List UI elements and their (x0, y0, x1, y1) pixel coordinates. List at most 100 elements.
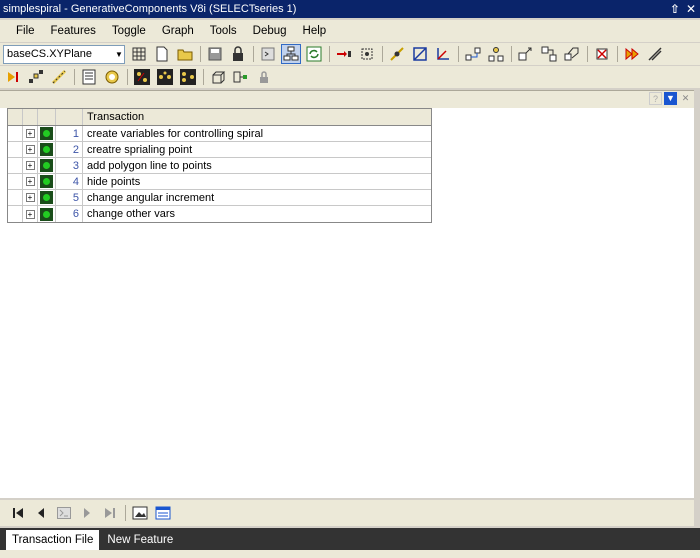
tab-transaction-file[interactable]: Transaction File (6, 530, 100, 550)
menu-graph[interactable]: Graph (154, 23, 202, 39)
row-description[interactable]: change angular increment (83, 190, 431, 205)
expand-icon[interactable]: + (25, 209, 35, 219)
row-selector[interactable] (8, 206, 23, 222)
last-transaction-icon[interactable] (100, 503, 120, 523)
yellow-points-icon[interactable] (132, 67, 152, 87)
axis-icon[interactable] (433, 44, 453, 64)
row-description[interactable]: creatre sprialing point (83, 142, 431, 157)
open-folder-icon[interactable] (175, 44, 195, 64)
status-led-icon[interactable] (40, 143, 53, 156)
status-led-icon[interactable] (40, 127, 53, 140)
save-icon[interactable] (205, 44, 225, 64)
row-selector[interactable] (8, 158, 23, 173)
plane-combo[interactable]: baseCS.XYPlane ▼ (3, 44, 125, 64)
menubar: File Features Toggle Graph Tools Debug H… (0, 20, 700, 42)
image-capture-icon[interactable] (130, 503, 150, 523)
toolbar-separator (203, 69, 204, 85)
table-row[interactable]: + 5 change angular increment (8, 190, 431, 206)
row-description[interactable]: change other vars (83, 206, 431, 222)
network-icon[interactable] (26, 67, 46, 87)
close-icon[interactable]: ✕ (679, 92, 692, 105)
variable-icon[interactable] (231, 67, 251, 87)
status-led-icon[interactable] (40, 159, 53, 172)
move-node-icon[interactable] (516, 44, 536, 64)
panel-controls: ? ▼ ✕ (649, 92, 692, 105)
row-description[interactable]: create variables for controlling spiral (83, 126, 431, 141)
table-row[interactable]: + 1 create variables for controlling spi… (8, 126, 431, 142)
delete-icon[interactable] (592, 44, 612, 64)
row-number: 5 (56, 190, 83, 205)
table-row[interactable]: + 2 creatre sprialing point (8, 142, 431, 158)
lock-icon[interactable] (254, 67, 274, 87)
lock-save-icon[interactable] (228, 44, 248, 64)
toolbar-separator (125, 505, 126, 521)
menu-toggle[interactable]: Toggle (104, 23, 154, 39)
cycle-icon[interactable] (102, 67, 122, 87)
menu-debug[interactable]: Debug (245, 23, 295, 39)
menu-help[interactable]: Help (295, 23, 335, 39)
row-number: 4 (56, 174, 83, 189)
chevron-down-icon[interactable]: ▼ (114, 46, 124, 63)
select-icon[interactable] (357, 44, 377, 64)
status-led-icon[interactable] (40, 207, 53, 221)
table-row[interactable]: + 6 change other vars (8, 206, 431, 222)
line-tool-icon[interactable] (645, 44, 665, 64)
expand-icon[interactable]: + (25, 145, 35, 154)
menu-tools[interactable]: Tools (202, 23, 245, 39)
menu-features[interactable]: Features (43, 23, 104, 39)
table-row[interactable]: + 3 add polygon line to points (8, 158, 431, 174)
cube-icon[interactable] (208, 67, 228, 87)
run-step-icon[interactable] (3, 67, 23, 87)
status-led-icon[interactable] (40, 175, 53, 188)
close-icon[interactable]: ✕ (686, 0, 696, 18)
menu-file[interactable]: File (8, 23, 43, 39)
dropdown-icon[interactable]: ▼ (664, 92, 677, 105)
tab-new-feature[interactable]: New Feature (101, 530, 179, 550)
row-selector[interactable] (8, 190, 23, 205)
expand-icon[interactable]: + (25, 129, 35, 138)
transaction-table: Transaction + 1 create variables for con… (7, 108, 432, 223)
row-selector[interactable] (8, 174, 23, 189)
help-icon[interactable]: ? (649, 92, 662, 105)
toolbar-separator (382, 46, 383, 62)
toolbar-separator (511, 46, 512, 62)
refresh-icon[interactable] (304, 44, 324, 64)
measure-icon[interactable] (49, 67, 69, 87)
plane-icon[interactable] (410, 44, 430, 64)
create-feature-icon[interactable] (334, 44, 354, 64)
navigation-bar (0, 500, 694, 526)
nodes2-icon[interactable] (562, 44, 582, 64)
first-transaction-icon[interactable] (8, 503, 28, 523)
play-icon[interactable] (622, 44, 642, 64)
table-row[interactable]: + 4 hide points (8, 174, 431, 190)
node-link-icon[interactable] (463, 44, 483, 64)
new-file-icon[interactable] (152, 44, 172, 64)
expand-icon[interactable]: + (25, 161, 35, 170)
point-icon[interactable] (387, 44, 407, 64)
points-grid-icon[interactable] (155, 67, 175, 87)
points-row-icon[interactable] (178, 67, 198, 87)
row-description[interactable]: add polygon line to points (83, 158, 431, 173)
column-header-transaction[interactable]: Transaction (83, 109, 431, 125)
script-icon[interactable] (258, 44, 278, 64)
grid-plane-icon[interactable] (129, 44, 149, 64)
nodes-icon[interactable] (539, 44, 559, 64)
toolbar-separator (587, 46, 588, 62)
step-transaction-icon[interactable] (54, 503, 74, 523)
pin-icon[interactable]: ⇧ (670, 0, 680, 18)
right-edge (694, 90, 700, 528)
next-transaction-icon[interactable] (77, 503, 97, 523)
row-selector[interactable] (8, 142, 23, 157)
window-titlebar: simplespiral - GenerativeComponents V8i … (0, 0, 700, 18)
status-led-icon[interactable] (40, 191, 53, 204)
row-description[interactable]: hide points (83, 174, 431, 189)
previous-transaction-icon[interactable] (31, 503, 51, 523)
symbolic-graph-icon[interactable] (281, 44, 301, 64)
node-tree-icon[interactable] (486, 44, 506, 64)
expand-icon[interactable]: + (25, 193, 35, 202)
expand-icon[interactable]: + (25, 177, 35, 186)
panel-view-icon[interactable] (153, 503, 173, 523)
row-selector[interactable] (8, 126, 23, 141)
panel-header: ? ▼ ✕ (0, 91, 694, 108)
report-icon[interactable] (79, 67, 99, 87)
